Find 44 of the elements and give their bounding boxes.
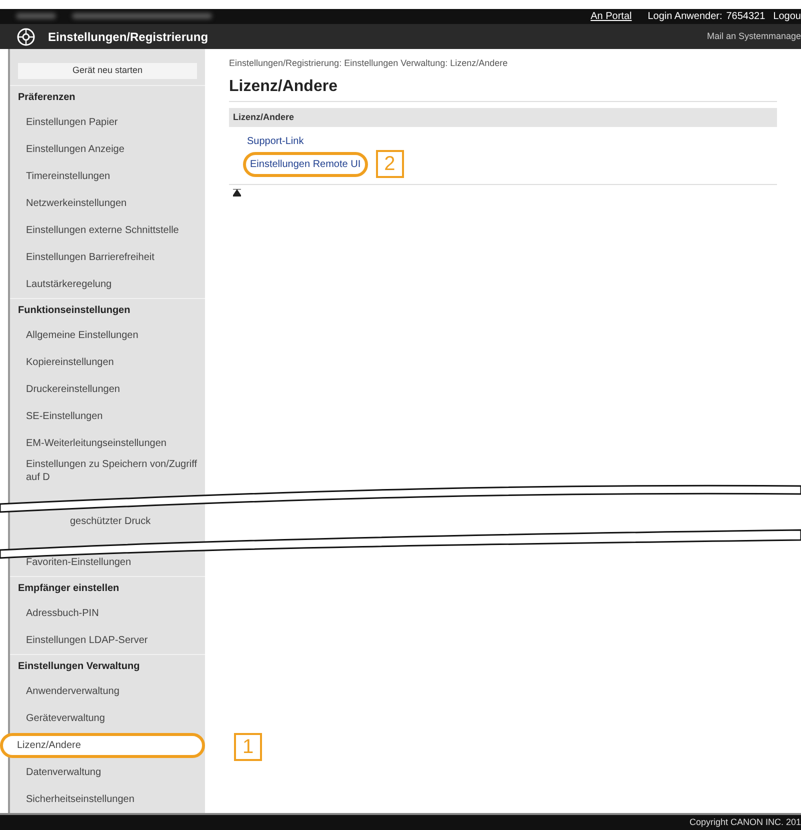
nav-link[interactable]: Adressbuch-PIN <box>10 606 99 620</box>
nav-link[interactable]: SE-Einstellungen <box>10 410 103 424</box>
nav-link-fragment[interactable]: geschützter Druck <box>70 514 151 530</box>
nav-link[interactable]: Einstellungen zu Speichern von/Zugriff auf D <box>10 458 205 484</box>
nav-link[interactable]: Lautstärkeregelung <box>10 278 112 292</box>
blurred-text <box>16 13 56 20</box>
nav-link[interactable]: Favoriten-Einstellungen <box>10 556 132 569</box>
nav-link[interactable]: Datenverwaltung <box>10 766 102 779</box>
nav-link[interactable]: Geräteverwaltung <box>10 712 105 725</box>
section-heading: Einstellungen Verwaltung <box>18 660 140 674</box>
restart-button[interactable]: Gerät neu starten <box>18 63 197 80</box>
content-link[interactable]: Support-Link <box>243 133 308 150</box>
nav-link[interactable]: Allgemeine Einstellungen <box>10 329 138 342</box>
nav-link[interactable]: Einstellungen externe Schnittstelle <box>10 224 179 238</box>
login-label: Login Anwender: <box>648 10 722 24</box>
nav-link[interactable]: Timereinstellungen <box>10 170 110 184</box>
mail-link[interactable]: Mail an Systemmanage <box>706 30 801 44</box>
logout-link[interactable]: Logou <box>773 8 801 24</box>
nav-link[interactable]: Netzwerkeinstellungen <box>10 197 127 210</box>
nav-link[interactable]: Kopiereinstellungen <box>10 356 114 370</box>
breadcrumb: Einstellungen/Registrierung: Einstellungen Verwaltung: Lizenz/Andere <box>229 57 509 70</box>
section-header: Lizenz/Andere <box>229 108 777 128</box>
nav-link[interactable]: Lizenz/Andere <box>0 732 205 758</box>
nav-link[interactable]: Anwenderverwaltung <box>10 684 120 698</box>
nav-link[interactable]: Einstellungen Anzeige <box>10 143 124 156</box>
nav-link[interactable]: Sicherheitseinstellungen <box>10 792 134 806</box>
nav-link[interactable]: Druckereinstellungen <box>10 383 120 396</box>
section-heading: Funktionseinstellungen <box>18 304 130 318</box>
section-heading: Präferenzen <box>18 91 76 106</box>
nav-link[interactable]: Einstellungen Papier <box>10 116 118 130</box>
section-heading: Empfänger einstellen <box>18 582 120 596</box>
header-title: Einstellungen/Registrierung <box>48 28 208 46</box>
callout-number: 1 <box>234 732 262 761</box>
settings-icon <box>16 26 36 47</box>
content-link[interactable]: Einstellungen Remote UI <box>243 152 368 177</box>
portal-link[interactable]: An Portal <box>590 8 632 24</box>
login-user: 7654321 <box>726 10 766 24</box>
nav-link[interactable]: Einstellungen LDAP-Server <box>10 634 148 647</box>
callout-number: 2 <box>376 150 404 178</box>
copyright-text: Copyright CANON INC. 201 <box>689 816 801 829</box>
page-title: Lizenz/Andere <box>229 74 777 102</box>
scroll-top-icon[interactable] <box>233 189 241 198</box>
nav-link[interactable]: Einstellungen Barrierefreiheit <box>10 251 154 264</box>
nav-link[interactable]: EM-Weiterleitungseinstellungen <box>10 437 166 450</box>
